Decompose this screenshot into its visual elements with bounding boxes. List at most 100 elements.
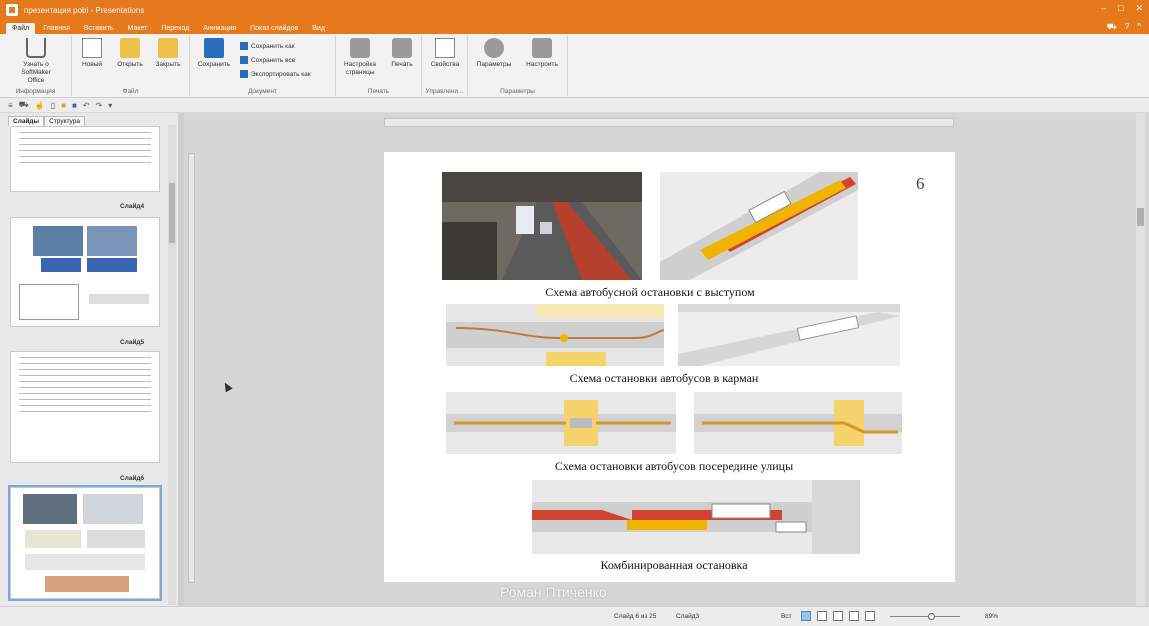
zoom-level[interactable]: 89% bbox=[985, 613, 998, 620]
menu-bar: Файл Главная Вставить Макет Переход Аним… bbox=[0, 20, 1149, 34]
chevron-down-icon[interactable]: ▾ bbox=[108, 101, 112, 110]
mid-street-plan-1 bbox=[446, 392, 676, 454]
pointer-icon[interactable]: ☝ bbox=[35, 101, 45, 110]
open-folder-icon bbox=[120, 38, 140, 58]
menu-right-controls: ⛟ ? ^ bbox=[1107, 22, 1141, 32]
save-all-icon bbox=[240, 56, 248, 64]
redo-icon[interactable]: ↷ bbox=[96, 101, 103, 110]
slides-pane: Слайды Структура Слайд4 Слайд5 Слайд6 bbox=[0, 113, 178, 606]
text-line bbox=[19, 162, 151, 163]
caption-2: Схема остановки автобусов в карман bbox=[569, 371, 759, 385]
slide-thumbnail-5[interactable] bbox=[10, 217, 160, 327]
normal-view-button[interactable] bbox=[801, 611, 811, 621]
thumbnail-callout bbox=[87, 258, 137, 272]
scrollbar-thumb[interactable] bbox=[169, 183, 175, 243]
editor-scrollbar[interactable] bbox=[1136, 113, 1145, 606]
group-print: Настройка страницы Печать Печать bbox=[336, 36, 422, 96]
tab-animation[interactable]: Анимация bbox=[197, 23, 242, 34]
properties-button[interactable]: Свойства bbox=[425, 38, 465, 69]
caption-1: Схема автобусной остановки с выступом bbox=[545, 285, 755, 299]
slide-name: Слайд3 bbox=[676, 613, 700, 620]
pane-scrollbar[interactable] bbox=[168, 125, 176, 605]
horizontal-ruler bbox=[384, 118, 954, 127]
help-icon[interactable]: ? bbox=[1125, 22, 1129, 32]
open-button[interactable]: Открыть bbox=[110, 38, 150, 69]
slideshow-view-button[interactable] bbox=[865, 611, 875, 621]
cart-icon[interactable]: ⛟ bbox=[19, 100, 29, 110]
save-button[interactable]: Сохранить bbox=[194, 38, 234, 69]
vertical-ruler bbox=[188, 153, 195, 583]
minimize-icon[interactable]: – bbox=[1101, 3, 1106, 14]
tab-layout[interactable]: Макет bbox=[122, 23, 154, 34]
close-icon[interactable]: ✕ bbox=[1135, 3, 1143, 14]
cart-icon[interactable]: ⛟ bbox=[1107, 22, 1117, 32]
title-bar: презентация pobi - Presentations – □ ✕ bbox=[0, 0, 1149, 20]
bus-bulb-diagram bbox=[660, 172, 858, 280]
mid-street-plan-1-graphic bbox=[446, 392, 676, 454]
page-setup-icon bbox=[350, 38, 370, 58]
mid-street-plan-2-graphic bbox=[694, 392, 902, 454]
text-line bbox=[19, 156, 151, 157]
app-icon bbox=[6, 4, 18, 16]
slide-label-4: Слайд4 bbox=[120, 203, 145, 210]
thumbnail-text bbox=[89, 294, 149, 304]
text-line bbox=[19, 399, 151, 400]
bus-bay-3d-graphic bbox=[678, 304, 900, 366]
about-softmaker-button[interactable]: Узнать о SoftMaker Office bbox=[16, 38, 56, 85]
export-icon bbox=[240, 70, 248, 78]
new-document-icon[interactable]: ▯ bbox=[51, 101, 55, 110]
tab-view[interactable]: Вид bbox=[306, 23, 331, 34]
tab-file[interactable]: Файл bbox=[6, 23, 36, 34]
save-icon[interactable]: ■ bbox=[72, 101, 77, 110]
text-line bbox=[19, 357, 151, 358]
thumbnail-image bbox=[87, 226, 137, 256]
text-line bbox=[19, 150, 151, 151]
new-button[interactable]: Новый bbox=[72, 38, 112, 69]
customize-button[interactable]: Настроить bbox=[522, 38, 562, 69]
collapse-ribbon-icon[interactable]: ^ bbox=[1137, 22, 1141, 32]
undo-icon[interactable]: ↶ bbox=[83, 101, 90, 110]
combined-stop-graphic bbox=[532, 480, 860, 554]
maximize-icon[interactable]: □ bbox=[1118, 3, 1123, 14]
export-as-button[interactable]: Экспортировать как bbox=[240, 70, 311, 78]
tab-transition[interactable]: Переход bbox=[155, 23, 195, 34]
gear-icon bbox=[484, 38, 504, 58]
menu-icon[interactable]: ≡ bbox=[8, 101, 13, 110]
slide-thumbnail-text[interactable] bbox=[10, 351, 160, 463]
sliders-icon bbox=[532, 38, 552, 58]
options-button[interactable]: Параметры bbox=[474, 38, 514, 69]
slide-thumbnail-4[interactable] bbox=[10, 126, 160, 192]
zoom-slider-handle[interactable] bbox=[928, 613, 935, 620]
slide-thumbnail-current[interactable] bbox=[8, 485, 162, 601]
tab-insert[interactable]: Вставить bbox=[78, 23, 120, 34]
tab-slideshow[interactable]: Показ слайдов bbox=[244, 23, 304, 34]
bus-bulb-graphic bbox=[660, 172, 858, 280]
properties-icon bbox=[435, 38, 455, 58]
group-document: Сохранить Сохранить как Сохранить все Эк… bbox=[190, 36, 336, 96]
thumbnail-image bbox=[87, 530, 145, 548]
editor-area: 6 Схема автобусной остановки с выступом … bbox=[184, 113, 1149, 606]
save-as-button[interactable]: Сохранить как bbox=[240, 42, 295, 50]
thumbnail-image bbox=[25, 530, 81, 548]
status-bar: Слайд 6 из 25 Слайд3 Вст 89% bbox=[0, 606, 1149, 626]
slide-canvas[interactable]: 6 Схема автобусной остановки с выступом … bbox=[384, 152, 955, 582]
outline-view-button[interactable] bbox=[817, 611, 827, 621]
text-line bbox=[19, 375, 151, 376]
close-button[interactable]: Закрыть bbox=[148, 38, 188, 69]
zoom-slider[interactable] bbox=[890, 616, 960, 617]
window-title: презентация pobi - Presentations bbox=[24, 5, 145, 15]
bus-bay-plan-graphic bbox=[446, 304, 664, 366]
thumbnail-image bbox=[83, 494, 143, 524]
print-button[interactable]: Печать bbox=[382, 38, 422, 69]
save-all-button[interactable]: Сохранить все bbox=[240, 56, 295, 64]
open-folder-icon[interactable]: ■ bbox=[61, 101, 66, 110]
save-icon bbox=[204, 38, 224, 58]
tab-home[interactable]: Главная bbox=[37, 23, 76, 34]
page-setup-button[interactable]: Настройка страницы bbox=[340, 38, 380, 77]
sorter-view-button[interactable] bbox=[833, 611, 843, 621]
thumbnail-image bbox=[23, 494, 77, 524]
text-line bbox=[19, 411, 151, 412]
scrollbar-thumb[interactable] bbox=[1137, 208, 1144, 226]
insert-mode[interactable]: Вст bbox=[781, 613, 792, 620]
notes-view-button[interactable] bbox=[849, 611, 859, 621]
